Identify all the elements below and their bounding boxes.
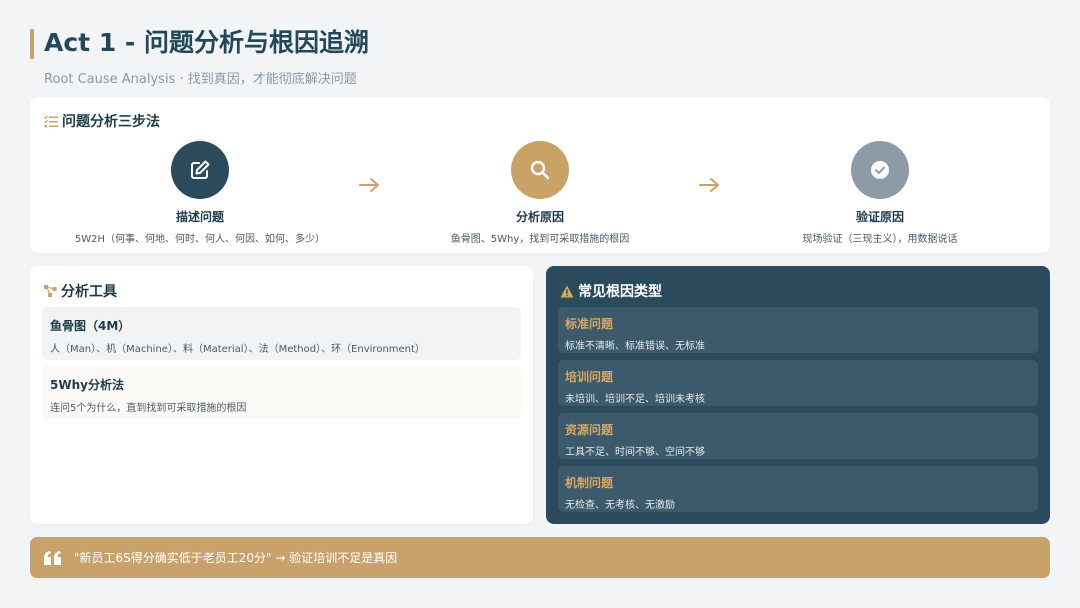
type-name: 标准问题 <box>565 317 614 331</box>
tool-name: 5Why分析法 <box>50 378 124 392</box>
arrow-right-icon <box>699 178 719 192</box>
arrow-right-icon <box>359 178 379 192</box>
type-item-standard: 标准问题 标准不清晰、标准错误、无标准 <box>558 307 1038 353</box>
type-name: 机制问题 <box>565 476 614 490</box>
step-circle <box>851 141 909 199</box>
type-item-training: 培训问题 未培训、培训不足、培训未考核 <box>558 360 1038 406</box>
edit-icon <box>191 160 210 179</box>
steps-section-title-text: 问题分析三步法 <box>62 114 160 130</box>
type-name: 培训问题 <box>565 370 614 384</box>
type-item-mechanism: 机制问题 无检查、无考核、无激励 <box>558 466 1038 512</box>
page-title: Act 1 - 问题分析与根因追溯 <box>44 28 370 57</box>
step-circle <box>171 141 229 199</box>
type-desc: 无检查、无考核、无激励 <box>565 500 675 511</box>
steps-card: 问题分析三步法 描述问题 5W2H（何事、何地、何时、何人、何因、如何、多少） … <box>30 97 1050 253</box>
step-name: 分析原因 <box>515 210 564 224</box>
title-accent-bar <box>30 29 34 59</box>
tools-section-title: 分析工具 <box>44 281 117 301</box>
checklist-icon <box>44 114 58 127</box>
tool-name: 鱼骨图（4M） <box>50 319 131 333</box>
type-desc: 未培训、培训不足、培训未考核 <box>565 394 705 405</box>
tools-card: 分析工具 鱼骨图（4M） 人（Man）、机（Machine）、料（Materia… <box>30 266 533 524</box>
step-verify: 验证原因 现场验证（三现主义），用数据说话 <box>730 141 1030 245</box>
search-icon <box>530 160 550 180</box>
steps-section-title: 问题分析三步法 <box>44 111 160 131</box>
step-name: 验证原因 <box>855 210 904 224</box>
step-desc: 现场验证（三现主义），用数据说话 <box>802 234 958 245</box>
type-desc: 工具不足、时间不够、空间不够 <box>565 447 705 458</box>
step-desc: 鱼骨图、5Why，找到可采取措施的根因 <box>450 234 630 245</box>
quote-bar: "新员工6S得分确实低于老员工20分" → 验证培训不足是真因 <box>30 537 1050 578</box>
type-name: 资源问题 <box>565 423 614 437</box>
types-section-title: 常见根因类型 <box>560 281 662 301</box>
tools-section-title-text: 分析工具 <box>61 284 117 300</box>
quote-text: "新员工6S得分确实低于老员工20分" → 验证培训不足是真因 <box>74 551 398 565</box>
step-circle <box>511 141 569 199</box>
quote-icon <box>44 550 61 565</box>
type-desc: 标准不清晰、标准错误、无标准 <box>565 341 705 352</box>
step-desc: 5W2H（何事、何地、何时、何人、何因、如何、多少） <box>74 234 326 245</box>
step-describe: 描述问题 5W2H（何事、何地、何时、何人、何因、如何、多少） <box>50 141 350 245</box>
warning-icon <box>560 285 574 297</box>
step-analyze: 分析原因 鱼骨图、5Why，找到可采取措施的根因 <box>390 141 690 245</box>
tool-desc: 人（Man）、机（Machine）、料（Material）、法（Method）、… <box>50 344 425 355</box>
tool-desc: 连问5个为什么，直到找到可采取措施的根因 <box>50 403 247 414</box>
check-circle-icon <box>871 161 889 179</box>
tool-item-5why: 5Why分析法 连问5个为什么，直到找到可采取措施的根因 <box>42 366 521 419</box>
root-cause-types-card: 常见根因类型 标准问题 标准不清晰、标准错误、无标准 培训问题 未培训、培训不足… <box>546 266 1050 524</box>
page-subtitle: Root Cause Analysis · 找到真因，才能彻底解决问题 <box>44 72 357 87</box>
types-section-title-text: 常见根因类型 <box>578 284 662 300</box>
type-item-resource: 资源问题 工具不足、时间不够、空间不够 <box>558 413 1038 459</box>
tool-item-fishbone: 鱼骨图（4M） 人（Man）、机（Machine）、料（Material）、法（… <box>42 307 521 360</box>
sitemap-icon <box>44 285 57 297</box>
step-name: 描述问题 <box>175 210 224 224</box>
